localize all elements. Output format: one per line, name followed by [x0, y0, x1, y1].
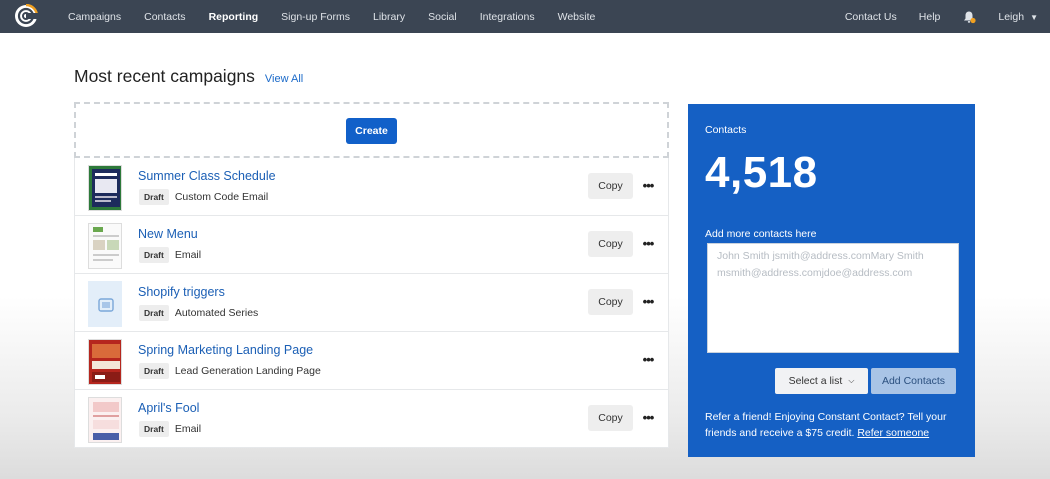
top-nav: Campaigns Contacts Reporting Sign-up For… [0, 0, 1050, 33]
campaign-meta: Draft Custom Code Email [139, 189, 268, 205]
contacts-count: 4,518 [705, 148, 818, 197]
nav-campaigns[interactable]: Campaigns [68, 11, 121, 23]
campaign-row: New Menu Draft Email Copy ••• [74, 216, 669, 274]
copy-button[interactable]: Copy [588, 289, 633, 315]
status-badge: Draft [139, 305, 169, 321]
nav-contact-us[interactable]: Contact Us [845, 11, 897, 23]
campaign-title[interactable]: Summer Class Schedule [138, 169, 276, 183]
campaign-type: Lead Generation Landing Page [174, 365, 321, 377]
add-contacts-button[interactable]: Add Contacts [871, 368, 956, 394]
status-badge: Draft [139, 421, 169, 437]
more-options-icon[interactable]: ••• [641, 233, 655, 253]
user-name: Leigh [998, 10, 1025, 23]
campaign-meta: Draft Automated Series [139, 305, 258, 321]
email-thumbnail-icon [89, 224, 121, 268]
create-zone: Create [74, 102, 669, 158]
campaign-type: Custom Code Email [174, 191, 269, 203]
campaign-title[interactable]: April's Fool [138, 401, 199, 415]
nav-social[interactable]: Social [428, 11, 457, 23]
more-options-icon[interactable]: ••• [641, 175, 655, 195]
chevron-down-icon: ▼ [1030, 12, 1038, 22]
user-menu[interactable]: Leigh ▼ [998, 11, 1038, 23]
more-options-icon[interactable]: ••• [641, 407, 655, 427]
constant-contact-logo-icon[interactable] [14, 4, 38, 28]
campaigns-heading: Most recent campaigns View All [74, 66, 303, 87]
status-badge: Draft [139, 247, 169, 263]
campaign-type: Automated Series [174, 307, 259, 319]
nav-website[interactable]: Website [558, 11, 596, 23]
refer-someone-link[interactable]: Refer someone [857, 427, 929, 439]
automation-thumbnail-icon [89, 282, 121, 326]
status-badge: Draft [139, 189, 169, 205]
campaign-title[interactable]: Spring Marketing Landing Page [138, 343, 313, 357]
add-contacts-textarea[interactable] [707, 243, 959, 353]
nav-integrations[interactable]: Integrations [480, 11, 535, 23]
campaign-row: Summer Class Schedule Draft Custom Code … [74, 158, 669, 216]
campaign-thumbnail[interactable] [88, 339, 122, 385]
campaign-meta: Draft Email [139, 247, 201, 263]
select-list-label: Select a list [788, 375, 843, 387]
campaign-meta: Draft Email [139, 421, 201, 437]
select-list-dropdown[interactable]: Select a list ⌵ [775, 368, 868, 394]
add-contacts-label: Add more contacts here [705, 228, 817, 240]
campaign-thumbnail[interactable] [88, 223, 122, 269]
nav-library[interactable]: Library [373, 11, 405, 23]
chevron-down-icon: ⌵ [848, 376, 855, 385]
contacts-label: Contacts [705, 124, 747, 136]
campaign-type: Email [174, 423, 202, 435]
campaign-meta: Draft Lead Generation Landing Page [139, 363, 321, 379]
campaign-thumbnail[interactable] [88, 281, 122, 327]
campaign-list: Create Summer Class Schedule Draft Custo… [74, 102, 669, 448]
campaign-title[interactable]: Shopify triggers [138, 285, 225, 299]
copy-button[interactable]: Copy [588, 405, 633, 431]
campaign-thumbnail[interactable] [88, 397, 122, 443]
email-thumbnail-icon [89, 398, 121, 442]
campaign-type: Email [174, 249, 202, 261]
notification-bell-icon[interactable] [962, 10, 976, 24]
email-thumbnail-icon [89, 166, 121, 210]
page-title: Most recent campaigns [74, 66, 255, 86]
campaign-row: Spring Marketing Landing Page Draft Lead… [74, 332, 669, 390]
create-button[interactable]: Create [346, 118, 397, 144]
nav-reporting[interactable]: Reporting [209, 11, 259, 23]
copy-button[interactable]: Copy [588, 173, 633, 199]
copy-button[interactable]: Copy [588, 231, 633, 257]
refer-friend-text: Refer a friend! Enjoying Constant Contac… [705, 409, 967, 441]
contacts-panel: Contacts 4,518 Add more contacts here Se… [688, 104, 975, 457]
nav-contacts[interactable]: Contacts [144, 11, 185, 23]
more-options-icon[interactable]: ••• [641, 349, 655, 369]
campaign-row: April's Fool Draft Email Copy ••• [74, 390, 669, 448]
view-all-link[interactable]: View All [265, 73, 303, 85]
campaign-row: Shopify triggers Draft Automated Series … [74, 274, 669, 332]
main-nav: Campaigns Contacts Reporting Sign-up For… [68, 0, 618, 33]
more-options-icon[interactable]: ••• [641, 291, 655, 311]
status-badge: Draft [139, 363, 169, 379]
campaign-title[interactable]: New Menu [138, 227, 198, 241]
nav-right: Contact Us Help Leigh ▼ [823, 0, 1038, 33]
landing-page-thumbnail-icon [89, 340, 121, 384]
nav-signup-forms[interactable]: Sign-up Forms [281, 11, 350, 23]
nav-help[interactable]: Help [919, 11, 941, 23]
campaign-thumbnail[interactable] [88, 165, 122, 211]
